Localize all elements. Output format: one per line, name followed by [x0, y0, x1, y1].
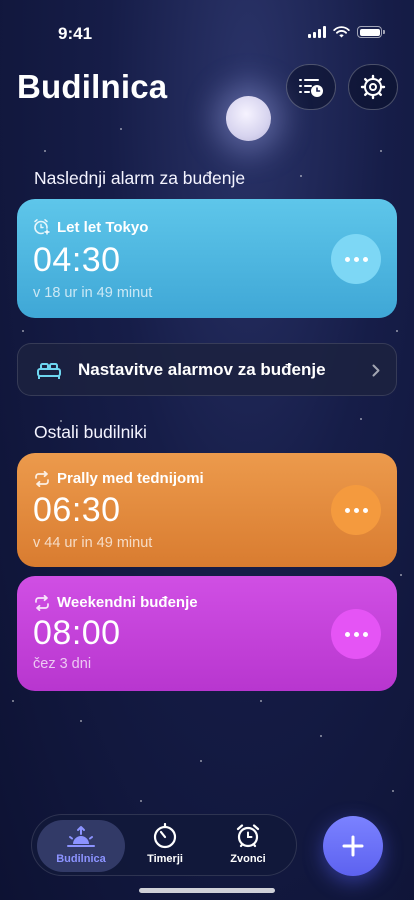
wifi-icon	[333, 26, 350, 38]
tab-budilnica[interactable]: Budilnica	[37, 820, 125, 872]
alarm-countdown: v 44 ur in 49 minut	[33, 535, 153, 551]
gear-icon	[360, 74, 386, 100]
cellular-signal-icon	[308, 26, 326, 38]
more-options-button[interactable]	[331, 485, 381, 535]
more-options-button[interactable]	[331, 234, 381, 284]
alarm-card[interactable]: Prally med tednijomi 06:30 v 44 ur in 49…	[17, 453, 397, 567]
alarm-name: Let let Tokyo	[57, 218, 149, 236]
alarm-card[interactable]: Weekendni buđenje 08:00 čez 3 dni	[17, 576, 397, 691]
alarm-time: 08:00	[33, 614, 121, 652]
tab-timerji[interactable]: Timerji	[121, 820, 209, 872]
home-indicator	[139, 888, 275, 893]
tab-zvonci[interactable]: Zvonci	[204, 820, 292, 872]
next-alarm-section-label: Naslednji alarm za buđenje	[34, 168, 246, 188]
tab-label: Timerji	[147, 853, 183, 865]
status-bar: 9:41	[0, 0, 414, 54]
other-alarms-section-label: Ostali budilniki	[34, 422, 147, 442]
tab-label: Budilnica	[56, 853, 106, 865]
list-clock-icon	[299, 79, 323, 97]
page-title: Budilnica	[17, 68, 168, 105]
alarm-countdown: v 18 ur in 49 minut	[33, 285, 153, 301]
settings-button[interactable]	[348, 64, 398, 110]
repeat-icon	[35, 594, 49, 611]
sunrise-icon	[67, 826, 95, 847]
next-alarm-card[interactable]: Let let Tokyo 04:30 v 18 ur in 49 minut	[17, 199, 397, 318]
add-alarm-button[interactable]	[323, 816, 383, 876]
plus-icon	[342, 835, 364, 857]
bed-icon	[37, 363, 61, 379]
alarm-time: 04:30	[33, 241, 121, 279]
alarm-name: Weekendni buđenje	[57, 594, 198, 611]
status-time: 9:41	[58, 24, 93, 43]
repeat-icon	[35, 470, 49, 487]
timer-icon	[153, 823, 177, 849]
alarm-clock-plus-icon	[34, 219, 51, 236]
alarm-countdown: čez 3 dni	[33, 656, 92, 672]
chevron-right-icon	[372, 364, 380, 377]
battery-icon	[357, 26, 385, 38]
settings-row-label: Nastavitve alarmov za buđenje	[78, 359, 326, 379]
alarm-clock-icon	[236, 824, 260, 848]
tab-bar: Budilnica Timerji Zvonci	[31, 814, 297, 876]
alarm-time: 06:30	[33, 491, 121, 529]
tab-label: Zvonci	[230, 853, 266, 865]
alarm-settings-row[interactable]: Nastavitve alarmov za buđenje	[17, 343, 397, 396]
more-options-button[interactable]	[331, 609, 381, 659]
alarm-list-button[interactable]	[286, 64, 336, 110]
alarm-name: Prally med tednijomi	[57, 470, 204, 487]
moon-illustration	[226, 96, 271, 141]
